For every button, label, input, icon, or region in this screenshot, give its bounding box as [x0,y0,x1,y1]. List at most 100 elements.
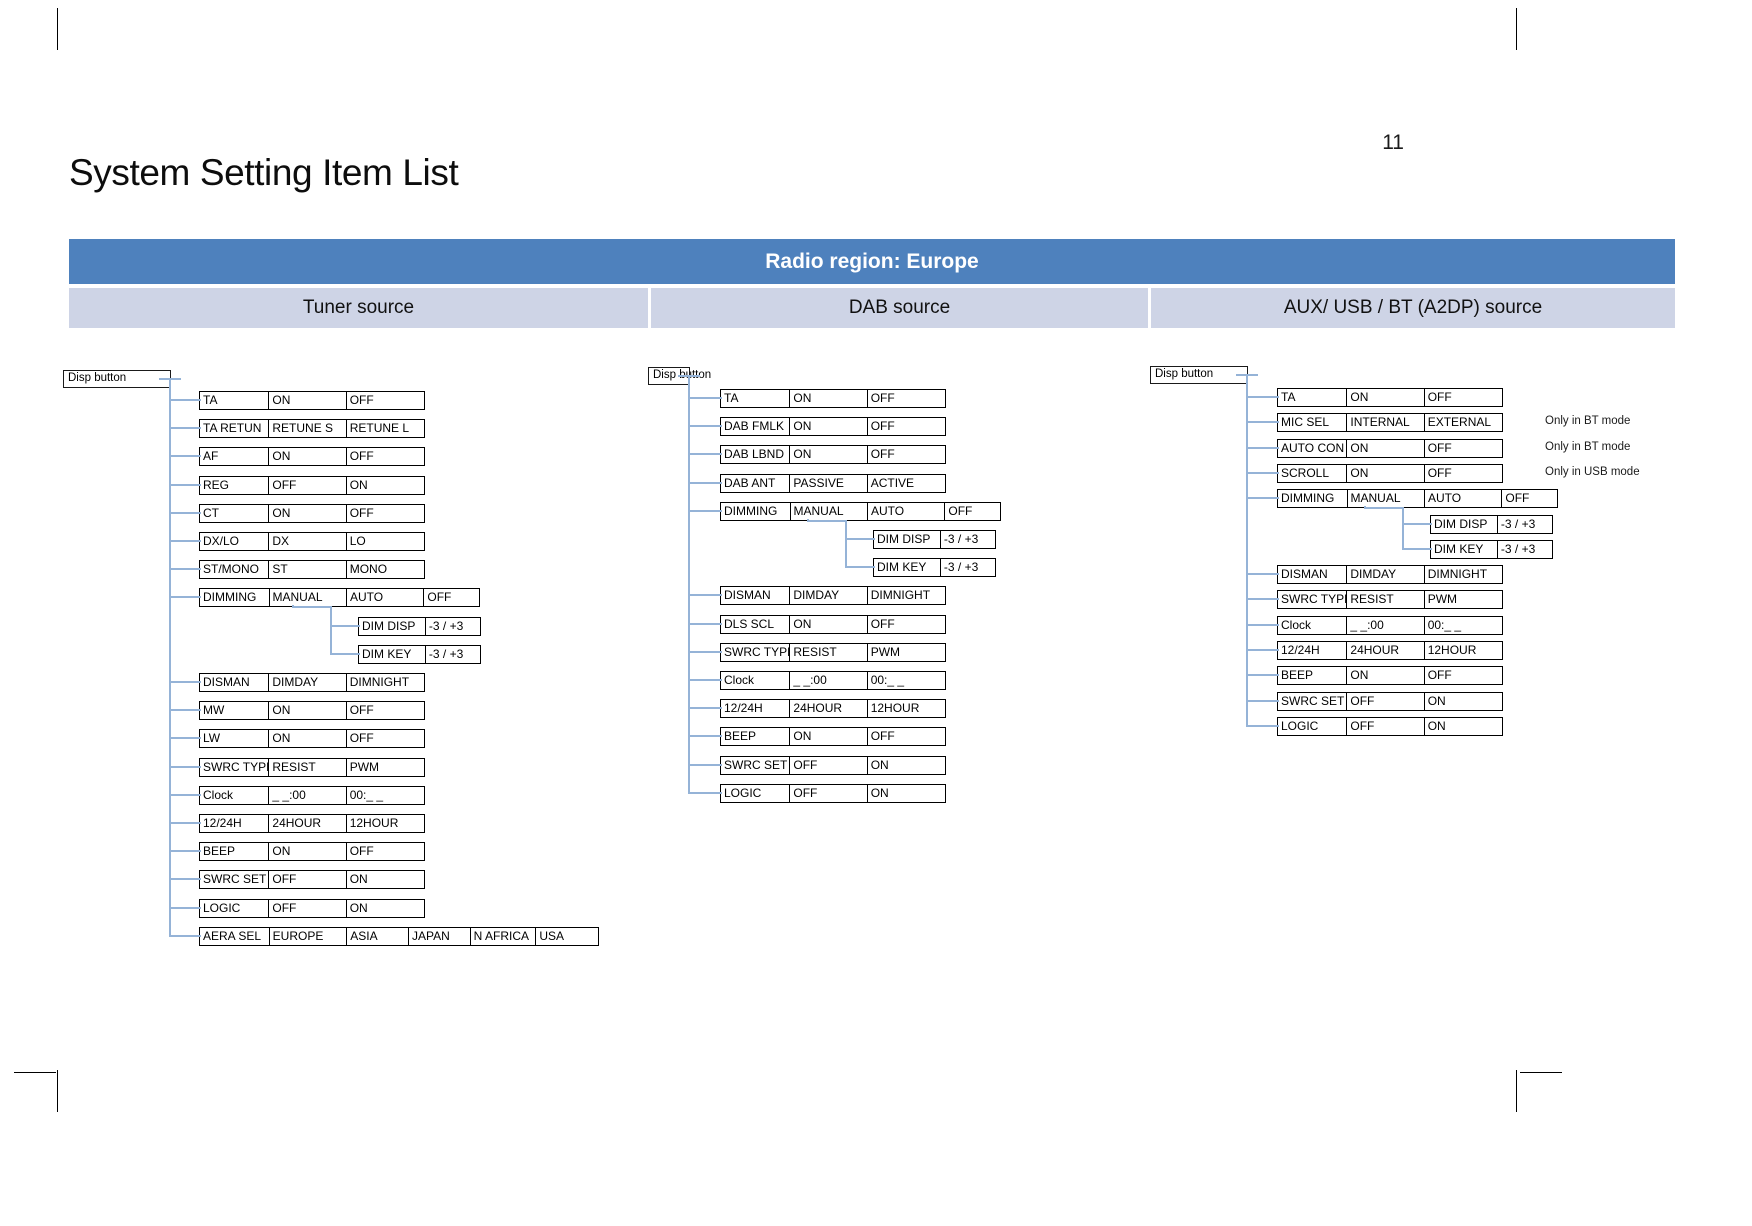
setting-option: EXTERNAL [1427,415,1492,430]
connector-line [688,791,722,794]
connector-line [1246,471,1279,474]
setting-option: DIMNIGHT [870,588,931,603]
setting-option: USA [539,928,564,943]
setting-option: ON [269,504,347,522]
setting-name: Clock [721,672,791,689]
setting-name: DAB ANT [721,474,791,492]
setting-option: ON [269,702,347,720]
setting-row: Clock _ _:00 00:_ _ [199,785,425,805]
setting-option: ON [269,730,347,748]
connector-line [688,453,722,456]
setting-option: DX [269,533,347,550]
connector-line [688,763,722,766]
setting-subrow: DIM DISP -3 / +3 [358,616,481,636]
connector-line [1402,547,1432,550]
setting-option: -3 / +3 [943,560,979,575]
setting-row: TA ON OFF [199,391,425,410]
connector-line [1402,507,1404,548]
setting-option: RETUNE S [269,420,347,438]
connector-line [169,427,201,430]
setting-name: DIMMING [721,502,791,520]
setting-option: ON [1347,667,1425,685]
connector-line [845,538,875,540]
setting-row: BEEP ON OFF [1277,666,1503,686]
connector-line [688,650,722,653]
setting-option: 24HOUR [1347,642,1425,659]
setting-row: REG OFF ON [199,475,425,495]
column-header-tuner: Tuner source [69,288,648,328]
setting-option: OFF [1427,668,1452,683]
crop-mark-top-right [1516,8,1517,50]
setting-option: MANUAL [1348,490,1425,508]
setting-option: LO [349,534,366,548]
connector-line [330,624,360,627]
connector-line [688,594,722,597]
setting-row: DAB LBND ON OFF [720,445,946,465]
crop-mark-right-edge [1520,1072,1562,1073]
setting-name: DISMAN [200,674,270,691]
connector-line [1364,506,1366,510]
disp-button-box[interactable]: Disp button [1150,366,1248,384]
setting-option: RESIST [790,643,868,661]
setting-option: OFF [1427,390,1452,404]
setting-option: ON [349,872,368,887]
connector-line [1246,699,1279,702]
setting-row: SWRC SET OFF ON [720,755,946,775]
setting-row: LOGIC OFF ON [720,783,946,803]
setting-option: JAPAN [409,927,471,945]
connector-line [1246,598,1279,601]
connector-line [169,906,201,909]
connector-line [169,765,201,768]
setting-row: BEEP ON OFF [199,842,425,862]
connector-line [807,519,847,522]
page-number: 11 [1382,131,1404,154]
setting-name: 12/24H [721,700,791,718]
setting-option: RESIST [1347,591,1425,609]
setting-option: OFF [349,393,374,407]
setting-row: AERA SEL EUROPE ASIA JAPAN N AFRICA USA [199,926,599,946]
connector-line [169,596,201,599]
disp-button-box[interactable]: Disp button [63,370,171,388]
setting-option: OFF [948,503,973,518]
setting-option: ON [349,900,368,915]
setting-option: OFF [1347,717,1425,735]
connector-line [688,481,722,484]
setting-row: Clock _ _:00 00:_ _ [720,671,946,690]
setting-option: PWM [870,644,901,659]
setting-name: SWRC SET [721,756,791,774]
connector-line [1246,396,1279,398]
setting-option: INTERNAL [1347,414,1425,432]
setting-option: AUTO [347,589,425,607]
setting-name: REG [200,476,270,494]
connector-line [1246,623,1279,626]
setting-option: ON [790,418,868,436]
setting-name: ST/MONO [200,561,270,579]
setting-name: AERA SEL [200,927,270,945]
setting-row: TA ON OFF [1277,388,1503,407]
setting-name: CT [200,504,270,522]
setting-name: 12/24H [1278,642,1348,659]
setting-option: OFF [349,505,374,520]
setting-name: SWRC TYPE [200,758,270,776]
setting-subrow: DIM DISP -3 / +3 [873,530,996,549]
setting-option: ON [870,757,889,772]
setting-option: 24HOUR [790,700,868,718]
setting-name: DIMMING [200,589,270,607]
setting-name: LOGIC [721,784,791,802]
connector-line [688,509,722,512]
setting-option: ON [269,448,347,466]
setting-option: 12HOUR [870,701,920,716]
setting-row: SWRC SET OFF ON [1277,691,1503,711]
setting-option: RETUNE L [349,421,410,436]
setting-option: -3 / +3 [1500,516,1536,531]
setting-option: ON [790,390,868,407]
setting-option: N AFRICA [471,927,537,945]
setting-option: DIMDAY [269,674,347,691]
setting-option: PASSIVE [790,474,868,492]
setting-option: -3 / +3 [943,532,979,546]
setting-option: DIMNIGHT [1427,567,1488,582]
column-header-dab: DAB source [651,288,1148,328]
setting-option: DIMNIGHT [349,675,410,689]
setting-option: RESIST [269,758,347,776]
setting-option: OFF [269,871,347,889]
